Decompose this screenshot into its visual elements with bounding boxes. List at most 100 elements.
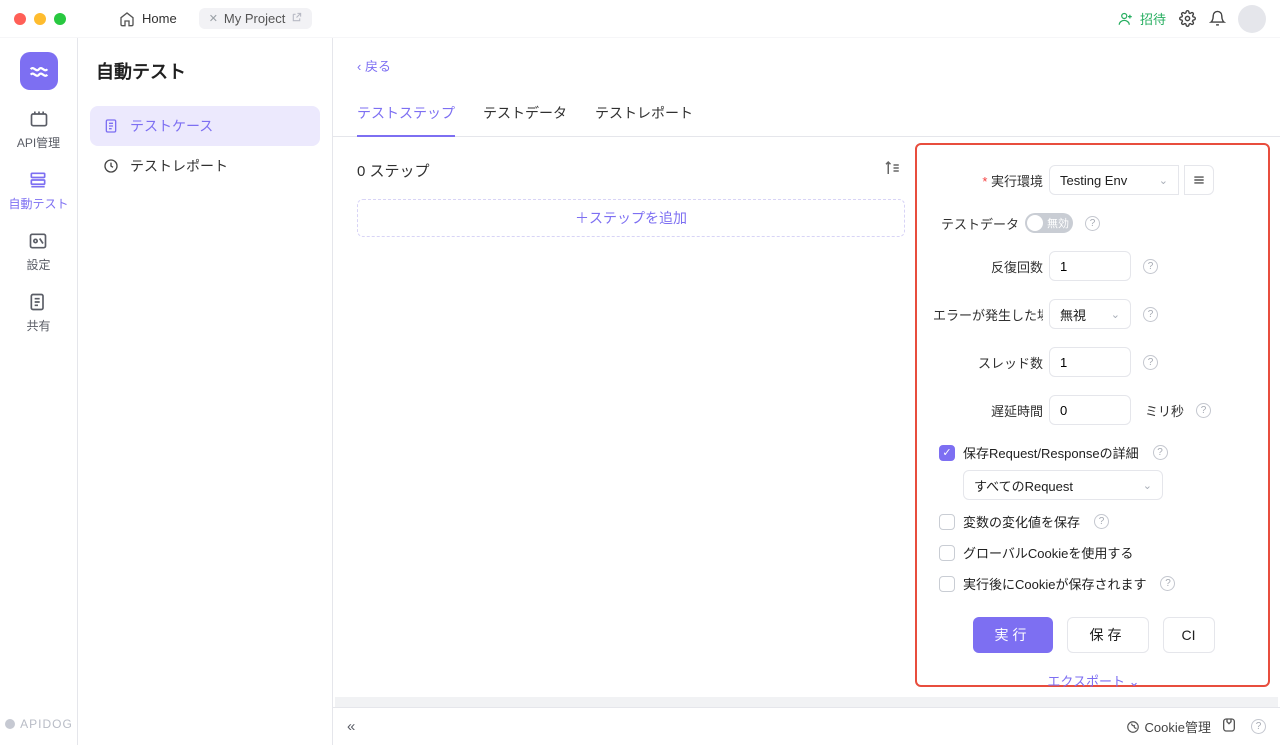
close-window-icon[interactable] (14, 13, 26, 25)
steps-panel: 0 ステップ ＋ステップを追加 (333, 137, 915, 697)
on-error-label: エラーが発生した場 (933, 305, 1043, 324)
iterations-label: 反復回数 (933, 257, 1043, 276)
home-button[interactable]: Home (108, 6, 187, 32)
threads-label: スレッド数 (933, 353, 1043, 372)
chk-global-cookie[interactable]: グローバルCookieを使用する (939, 543, 1254, 562)
env-menu-button[interactable] (1184, 165, 1214, 195)
brand-footer: APIDOG (4, 717, 73, 731)
env-select[interactable]: Testing Env ⌄ (1049, 165, 1179, 195)
help-icon[interactable]: ? (1143, 355, 1158, 370)
bottom-bar: « Cookie管理 ? (333, 707, 1280, 745)
rail-label: 設定 (26, 256, 50, 273)
share-icon (27, 291, 49, 313)
chk-save-reqres[interactable]: ✓ 保存Request/Responseの詳細 ? (939, 443, 1254, 462)
help-icon[interactable]: ? (1153, 445, 1168, 460)
window-controls (14, 13, 66, 25)
minimize-window-icon[interactable] (34, 13, 46, 25)
testdata-toggle[interactable]: 無効 (1025, 213, 1073, 233)
external-link-icon[interactable] (291, 12, 302, 26)
checkbox-group: ✓ 保存Request/Responseの詳細 ? すべてのRequest ⌄ … (933, 443, 1254, 593)
export-link[interactable]: エクスポート ⌄ (933, 671, 1254, 690)
notifications-bell-icon[interactable] (1208, 10, 1226, 28)
reqres-scope-select[interactable]: すべてのRequest ⌄ (963, 470, 1163, 500)
chk-save-cookie-after[interactable]: 実行後にCookieが保存されます ? (939, 574, 1254, 593)
settings-gear-icon[interactable] (1178, 10, 1196, 28)
row-threads: スレッド数 ? (933, 347, 1254, 377)
testdata-label: テストデータ (933, 214, 1019, 233)
cookie-mgmt-button[interactable]: Cookie管理 (1126, 717, 1211, 736)
env-label: 実行環境 (933, 171, 1043, 190)
app-logo[interactable] (20, 52, 58, 90)
help-icon[interactable]: ? (1085, 216, 1100, 231)
row-iterations: 反復回数 ? (933, 251, 1254, 281)
invite-user-icon (1117, 10, 1135, 28)
home-icon (118, 10, 136, 28)
help-icon[interactable]: ? (1094, 514, 1109, 529)
help-icon[interactable]: ? (1143, 307, 1158, 322)
settings-icon (27, 230, 49, 252)
invite-label: 招待 (1140, 9, 1166, 28)
tab-test-reports[interactable]: テストレポート (595, 103, 693, 136)
project-tab[interactable]: ✕ My Project (199, 8, 313, 29)
rail-item-share[interactable]: 共有 (26, 291, 50, 334)
row-delay: 遅延時間 ミリ秒 ? (933, 395, 1254, 425)
delay-input[interactable] (1049, 395, 1131, 425)
checkbox-icon (939, 576, 955, 592)
sidebar: 自動テスト テストケース テストレポート (78, 38, 333, 745)
chevron-down-icon: ⌄ (1143, 479, 1152, 492)
save-button[interactable]: 保存 (1067, 617, 1149, 653)
rail-item-api-mgmt[interactable]: API管理 (17, 108, 60, 151)
close-tab-icon[interactable]: ✕ (209, 12, 218, 25)
checkbox-icon (939, 545, 955, 561)
sidebar-item-label: テストレポート (130, 156, 228, 176)
delay-label: 遅延時間 (933, 401, 1043, 420)
help-icon[interactable]: ? (1160, 576, 1175, 591)
maximize-window-icon[interactable] (54, 13, 66, 25)
chk-save-vars[interactable]: 変数の変化値を保存 ? (939, 512, 1254, 531)
horizontal-scrollbar[interactable] (335, 697, 1278, 707)
row-env: 実行環境 Testing Env ⌄ (933, 165, 1254, 195)
run-settings-panel: 実行環境 Testing Env ⌄ テストデータ 無効 ? (915, 143, 1270, 687)
project-tab-label: My Project (224, 11, 285, 26)
add-step-button[interactable]: ＋ステップを追加 (357, 199, 905, 237)
shortcut-icon[interactable] (1221, 717, 1237, 736)
test-report-icon (102, 157, 120, 175)
rail-item-settings[interactable]: 設定 (26, 230, 50, 273)
checkbox-icon: ✓ (939, 445, 955, 461)
threads-input[interactable] (1049, 347, 1131, 377)
collapse-sidebar-icon[interactable]: « (347, 718, 355, 735)
step-count: 0 ステップ (357, 160, 430, 181)
user-avatar[interactable] (1238, 5, 1266, 33)
delay-unit: ミリ秒 (1145, 401, 1184, 420)
action-buttons: 実行 保存 CI (933, 617, 1254, 653)
nav-rail: API管理 自動テスト 設定 共有 APIDOG (0, 38, 78, 745)
row-testdata: テストデータ 無効 ? (933, 213, 1254, 233)
row-on-error: エラーが発生した場 無視 ⌄ ? (933, 299, 1254, 329)
titlebar: Home ✕ My Project 招待 (0, 0, 1280, 38)
chevron-down-icon: ⌄ (1159, 174, 1168, 187)
ci-button[interactable]: CI (1163, 617, 1215, 653)
tab-test-steps[interactable]: テストステップ (357, 103, 455, 137)
help-icon[interactable]: ? (1196, 403, 1211, 418)
help-icon[interactable]: ? (1143, 259, 1158, 274)
api-mgmt-icon (28, 108, 50, 130)
help-icon[interactable]: ? (1251, 719, 1266, 734)
iterations-input[interactable] (1049, 251, 1131, 281)
rail-item-auto-test[interactable]: 自動テスト (8, 169, 68, 212)
rail-label: 自動テスト (8, 195, 68, 212)
main-area: ‹ 戻る テストステップ テストデータ テストレポート 0 ステップ ＋ステップ… (333, 38, 1280, 745)
sidebar-item-test-reports[interactable]: テストレポート (90, 146, 320, 186)
on-error-select[interactable]: 無視 ⌄ (1049, 299, 1131, 329)
chevron-down-icon: ⌄ (1111, 308, 1120, 321)
run-button[interactable]: 実行 (973, 617, 1053, 653)
chevron-down-icon: ⌄ (1129, 674, 1140, 689)
back-link[interactable]: ‹ 戻る (357, 59, 391, 74)
sort-icon[interactable] (883, 159, 901, 181)
home-label: Home (142, 11, 177, 26)
sidebar-item-label: テストケース (130, 116, 213, 136)
invite-button[interactable]: 招待 (1117, 9, 1166, 28)
sidebar-item-test-cases[interactable]: テストケース (90, 106, 320, 146)
rail-label: API管理 (17, 134, 60, 151)
sidebar-title: 自動テスト (96, 58, 314, 84)
tab-test-data[interactable]: テストデータ (483, 103, 567, 136)
